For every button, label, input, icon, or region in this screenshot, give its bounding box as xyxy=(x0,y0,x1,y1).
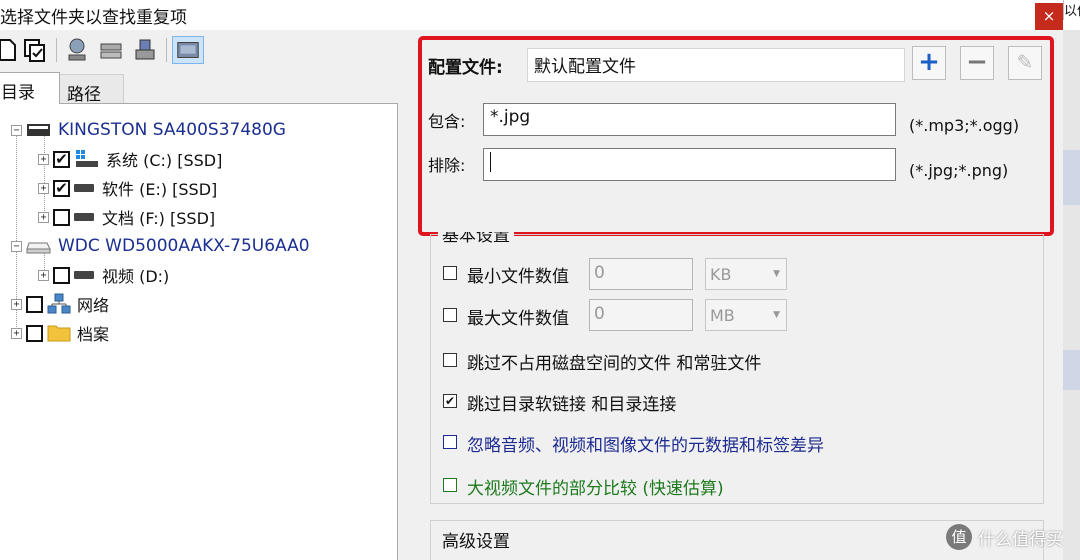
option-checkbox[interactable] xyxy=(443,353,457,367)
min-size-unit-select[interactable]: KB ▼ xyxy=(705,258,787,290)
hdd-disk-icon xyxy=(26,242,51,254)
tab-path[interactable]: 路径 xyxy=(58,74,124,105)
option-checkbox[interactable]: ✔ xyxy=(443,394,457,408)
drive-d-label: 视频 (D:) xyxy=(102,267,170,286)
tab-directory[interactable]: 目录 xyxy=(0,72,60,104)
background-scroll-strip xyxy=(1063,30,1080,560)
option-label: 大视频文件的部分比较 (快速估算) xyxy=(467,479,724,499)
window-title: 选择文件夹以查找重复项 xyxy=(0,8,187,28)
option-label: 跳过不占用磁盘空间的文件 和常驻文件 xyxy=(467,354,762,374)
folder-tree: − KINGSTON SA400S37480G + ✔ 系统 (C:) [SSD… xyxy=(0,103,398,560)
remove-profile-button[interactable]: − xyxy=(960,46,994,80)
drive-f-label: 文档 (F:) [SSD] xyxy=(102,209,216,228)
min-unit-value: KB xyxy=(710,265,732,284)
network-drive-icon[interactable] xyxy=(64,36,90,64)
network-icon xyxy=(47,293,71,314)
toolbar xyxy=(0,32,400,70)
background-window-sliver: 以件 xyxy=(1063,0,1080,20)
windows-drive-icon xyxy=(76,150,98,167)
ssd-disk-icon xyxy=(27,124,50,136)
include-input[interactable]: *.jpg xyxy=(483,103,896,136)
option-label: 忽略音频、视频和图像文件的元数据和标签差异 xyxy=(467,436,824,456)
drive-icon xyxy=(74,184,94,192)
expand-icon[interactable]: + xyxy=(38,153,49,165)
new-page-icon[interactable] xyxy=(0,36,20,64)
max-unit-value: MB xyxy=(710,306,735,325)
drive-icon xyxy=(74,271,94,279)
exclude-label: 排除: xyxy=(428,156,466,175)
chevron-down-icon: ▼ xyxy=(773,269,780,279)
archive-label: 档案 xyxy=(77,325,110,344)
drive-e-label: 软件 (E:) [SSD] xyxy=(102,180,218,199)
tree-drive-row[interactable]: + ✔ 软件 (E:) [SSD] xyxy=(38,175,217,201)
network-label: 网络 xyxy=(77,296,110,315)
exclude-hint: (*.jpg;*.png) xyxy=(909,161,1009,180)
max-size-checkbox[interactable] xyxy=(443,308,457,322)
drive-checkbox[interactable] xyxy=(53,208,70,226)
text-cursor xyxy=(490,152,491,172)
option-checkbox[interactable] xyxy=(443,478,457,492)
tree-drive-row[interactable]: + ✔ 系统 (C:) [SSD] xyxy=(38,146,222,172)
max-size-input[interactable]: 0 xyxy=(589,299,693,331)
expand-icon[interactable]: + xyxy=(38,182,49,194)
watermark-logo-icon: 值 xyxy=(946,524,972,550)
usb-drive-icon[interactable] xyxy=(132,36,158,64)
drive-checkbox[interactable]: ✔ xyxy=(53,150,70,168)
tree-network-row[interactable]: + 网络 xyxy=(11,291,109,317)
advanced-settings-title: 高级设置 xyxy=(438,527,514,552)
expand-icon[interactable]: + xyxy=(11,298,22,310)
drive-c-label: 系统 (C:) [SSD] xyxy=(106,151,223,170)
include-hint: (*.mp3;*.ogg) xyxy=(909,116,1020,135)
drives-icon[interactable] xyxy=(98,36,124,64)
folder-icon xyxy=(47,325,71,342)
tree-drive-row[interactable]: + 文档 (F:) [SSD] xyxy=(38,204,215,230)
min-size-checkbox[interactable] xyxy=(443,266,457,280)
max-size-label: 最大文件数值 xyxy=(467,309,569,329)
collapse-icon[interactable]: − xyxy=(11,240,22,252)
tree-archive-row[interactable]: + 档案 xyxy=(11,320,109,346)
include-label: 包含: xyxy=(428,112,466,131)
profile-select[interactable]: 默认配置文件 xyxy=(527,48,905,82)
profile-label: 配置文件: xyxy=(428,58,503,78)
check-pages-icon[interactable] xyxy=(22,36,48,64)
collapse-icon[interactable]: − xyxy=(11,124,22,136)
hard-disk-icon[interactable] xyxy=(172,36,204,64)
drive-checkbox[interactable] xyxy=(53,266,70,284)
tree-disk-row[interactable]: − KINGSTON SA400S37480G xyxy=(11,117,286,143)
tree-disk-row[interactable]: − WDC WD5000AAKX-75U6AA0 xyxy=(11,233,310,259)
edit-profile-button[interactable]: ✎ xyxy=(1008,46,1042,80)
chevron-down-icon: ▼ xyxy=(773,310,780,320)
expand-icon[interactable]: + xyxy=(38,211,49,223)
title-bar: 选择文件夹以查找重复项 × 以件 xyxy=(0,0,1080,31)
add-profile-button[interactable]: + xyxy=(912,46,946,80)
min-size-label: 最小文件数值 xyxy=(467,267,569,287)
expand-icon[interactable]: + xyxy=(11,327,22,339)
close-button[interactable]: × xyxy=(1035,3,1063,31)
network-checkbox[interactable] xyxy=(26,295,43,313)
disk-wdc-label: WDC WD5000AAKX-75U6AA0 xyxy=(58,236,310,256)
max-size-unit-select[interactable]: MB ▼ xyxy=(705,299,787,331)
tree-drive-row[interactable]: + 视频 (D:) xyxy=(38,262,169,288)
exclude-input[interactable] xyxy=(483,148,896,181)
min-size-input[interactable]: 0 xyxy=(589,258,693,290)
drive-icon xyxy=(74,213,94,221)
watermark: 值 什么值得买 xyxy=(946,522,1063,552)
archive-checkbox[interactable] xyxy=(26,324,43,342)
expand-icon[interactable]: + xyxy=(38,269,49,281)
disk-kingston-label: KINGSTON SA400S37480G xyxy=(58,120,286,140)
option-checkbox[interactable] xyxy=(443,435,457,449)
drive-checkbox[interactable]: ✔ xyxy=(53,179,70,197)
option-label: 跳过目录软链接 和目录连接 xyxy=(467,395,677,415)
watermark-text: 什么值得买 xyxy=(978,529,1063,550)
basic-settings-title: 基本设置 xyxy=(438,232,514,244)
